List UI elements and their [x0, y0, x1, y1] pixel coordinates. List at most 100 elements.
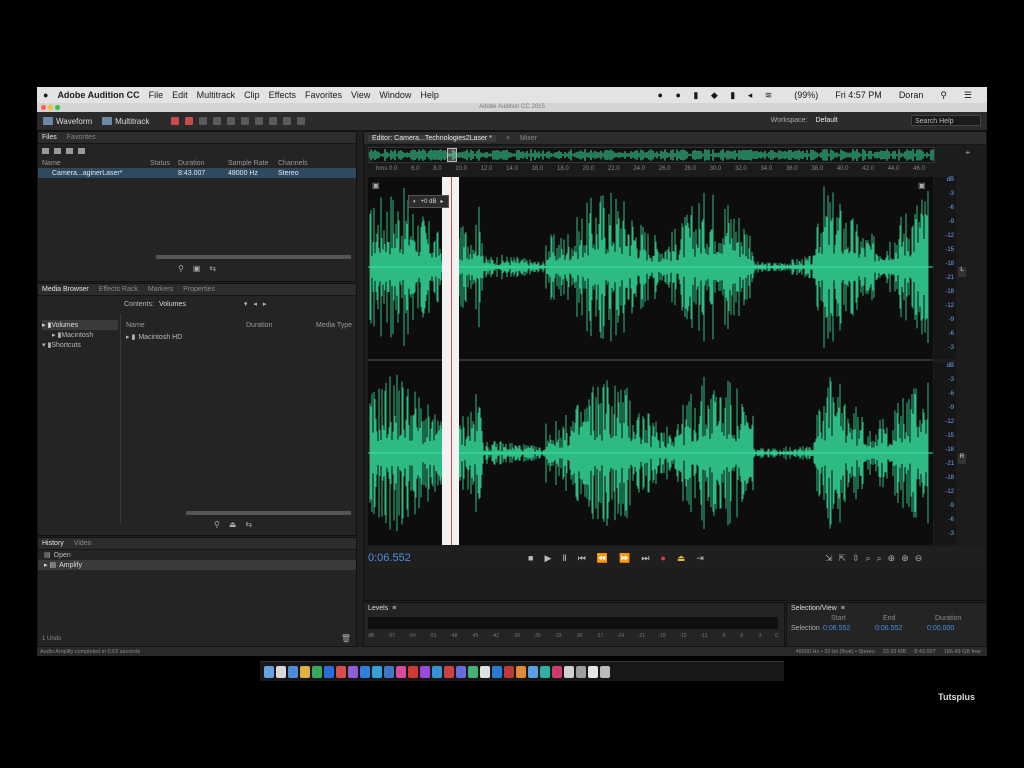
dock-app-icon[interactable]	[384, 665, 394, 678]
dock-app-icon[interactable]	[516, 665, 526, 678]
brush-tool-icon[interactable]	[283, 117, 292, 125]
fast-forward-button[interactable]: ⏩	[619, 553, 630, 564]
move-to-previous-button[interactable]: ⏮	[578, 553, 586, 564]
waveform-button[interactable]: Waveform	[43, 117, 92, 126]
channel-right-label[interactable]: R	[958, 454, 966, 464]
col-duration[interactable]: Duration	[178, 160, 228, 167]
close-window-button[interactable]	[41, 105, 46, 110]
timeline-ruler[interactable]: hms 0.0 6.0 8.0 10.0 12.0 14.0 16.0 18.0 20.0 22.…	[368, 165, 933, 173]
skip-button[interactable]: ⇥	[696, 553, 704, 564]
dock-app-icon[interactable]	[468, 665, 478, 678]
media-nav-icons[interactable]: ▾◂▸	[244, 300, 273, 308]
zoom-overview-icon[interactable]: ⌖	[965, 148, 970, 158]
dock-app-icon[interactable]	[360, 665, 370, 678]
tab-mixer[interactable]: Mixer	[520, 135, 537, 142]
dock-app-icon[interactable]	[408, 665, 418, 678]
tree-item-volumes[interactable]: ▸ ▮ Volumes	[42, 320, 118, 330]
record-button[interactable]: ●	[660, 553, 665, 563]
dock-app-icon[interactable]	[456, 665, 466, 678]
dock-app-icon[interactable]	[288, 665, 298, 678]
contents-select[interactable]: Volumes	[159, 301, 186, 308]
tab-effects-rack[interactable]: Effects Rack	[99, 286, 138, 293]
media-file-row[interactable]: ▸ ▮ Macintosh HD	[126, 332, 182, 342]
mute-right-icon[interactable]: ▣	[918, 181, 926, 190]
dock-app-icon[interactable]	[432, 665, 442, 678]
slip-tool-icon[interactable]	[227, 117, 236, 125]
menu-view[interactable]: View	[351, 90, 370, 100]
menu-help[interactable]: Help	[420, 90, 439, 100]
menu-window[interactable]: Window	[379, 90, 411, 100]
dock-app-icon[interactable]	[552, 665, 562, 678]
dock-app-icon[interactable]	[324, 665, 334, 678]
spotlight-icon[interactable]: ⚲	[940, 90, 947, 101]
status-icons[interactable]: ● ● ▮ ◆ ▮ ◂ ≋	[658, 90, 778, 101]
history-item-open[interactable]: ▤ Open	[38, 550, 356, 560]
col-status[interactable]: Status	[150, 160, 178, 167]
menu-effects[interactable]: Effects	[269, 90, 296, 100]
import-icon[interactable]	[54, 148, 61, 154]
tab-history[interactable]: History	[42, 540, 64, 547]
time-selection-tool-icon[interactable]	[241, 117, 250, 125]
app-menu[interactable]: Adobe Audition CC	[57, 90, 139, 100]
hud-amplitude-icon[interactable]: ◐	[413, 199, 417, 205]
move-tool-icon[interactable]	[199, 117, 208, 125]
close-file-icon[interactable]	[78, 148, 85, 154]
multitrack-button[interactable]: Multitrack	[102, 117, 149, 126]
user-label[interactable]: Doran	[899, 90, 924, 100]
open-file-icon[interactable]	[42, 148, 49, 154]
col-media-duration[interactable]: Duration	[246, 322, 316, 329]
search-help-input[interactable]: Search Help	[911, 115, 981, 126]
tab-favorites[interactable]: Favorites	[67, 134, 96, 141]
tab-markers[interactable]: Markers	[148, 286, 173, 293]
workspace-select[interactable]: Default	[815, 117, 905, 124]
dock-app-icon[interactable]	[540, 665, 550, 678]
apple-icon[interactable]: ●	[43, 90, 48, 100]
zoom-controls[interactable]: ⇲⇱⇳⌕⌕⊕⊕⊖	[825, 553, 928, 564]
mute-left-icon[interactable]: ▣	[372, 181, 380, 190]
dock-app-icon[interactable]	[372, 665, 382, 678]
dock-app-icon[interactable]	[348, 665, 358, 678]
dock-app-icon[interactable]	[480, 665, 490, 678]
selection-duration[interactable]: 0:00.000	[927, 625, 954, 632]
dock-app-icon[interactable]	[600, 665, 610, 678]
dock-app-icon[interactable]	[336, 665, 346, 678]
dock-app-icon[interactable]	[300, 665, 310, 678]
insert-icon[interactable]	[66, 148, 73, 154]
pitch-display-icon[interactable]	[185, 117, 194, 125]
dock-app-icon[interactable]	[492, 665, 502, 678]
col-media-type[interactable]: Media Type	[316, 322, 352, 329]
razor-tool-icon[interactable]	[213, 117, 222, 125]
media-divider[interactable]	[120, 314, 121, 524]
col-name[interactable]: Name	[42, 160, 150, 167]
col-channels[interactable]: Channels	[278, 160, 308, 167]
menu-favorites[interactable]: Favorites	[305, 90, 342, 100]
play-button[interactable]: ▶	[544, 553, 551, 564]
media-scrollbar[interactable]	[186, 511, 351, 515]
dock-app-icon[interactable]	[396, 665, 406, 678]
col-media-name[interactable]: Name	[126, 322, 246, 329]
spectral-display-icon[interactable]	[171, 117, 180, 125]
files-scrollbar[interactable]	[156, 255, 351, 259]
menu-clip[interactable]: Clip	[244, 90, 260, 100]
tab-editor[interactable]: Editor: Camera...Technologies2Laser *	[368, 134, 496, 142]
overview-strip[interactable]	[368, 147, 935, 163]
menu-file[interactable]: File	[149, 90, 164, 100]
dock-app-icon[interactable]	[420, 665, 430, 678]
dock-app-icon[interactable]	[264, 665, 274, 678]
rewind-button[interactable]: ⏪	[597, 553, 608, 564]
tree-item-shortcuts[interactable]: ▾ ▮ Shortcuts	[42, 340, 118, 350]
clock-label[interactable]: Fri 4:57 PM	[835, 90, 882, 100]
tab-files[interactable]: Files	[42, 134, 57, 141]
dock-app-icon[interactable]	[528, 665, 538, 678]
dock-app-icon[interactable]	[576, 665, 586, 678]
dock-app-icon[interactable]	[312, 665, 322, 678]
selection-end[interactable]: 0:06.552	[875, 625, 927, 632]
spot-healing-tool-icon[interactable]	[297, 117, 306, 125]
menu-edit[interactable]: Edit	[172, 90, 188, 100]
loop-button[interactable]: ⏏	[677, 553, 686, 564]
dock-app-icon[interactable]	[504, 665, 514, 678]
notifications-icon[interactable]: ☰	[964, 90, 972, 101]
move-to-next-button[interactable]: ⏭	[641, 553, 649, 564]
close-editor-tab-icon[interactable]: ×	[506, 135, 510, 142]
battery-label[interactable]: (99%)	[794, 90, 818, 100]
